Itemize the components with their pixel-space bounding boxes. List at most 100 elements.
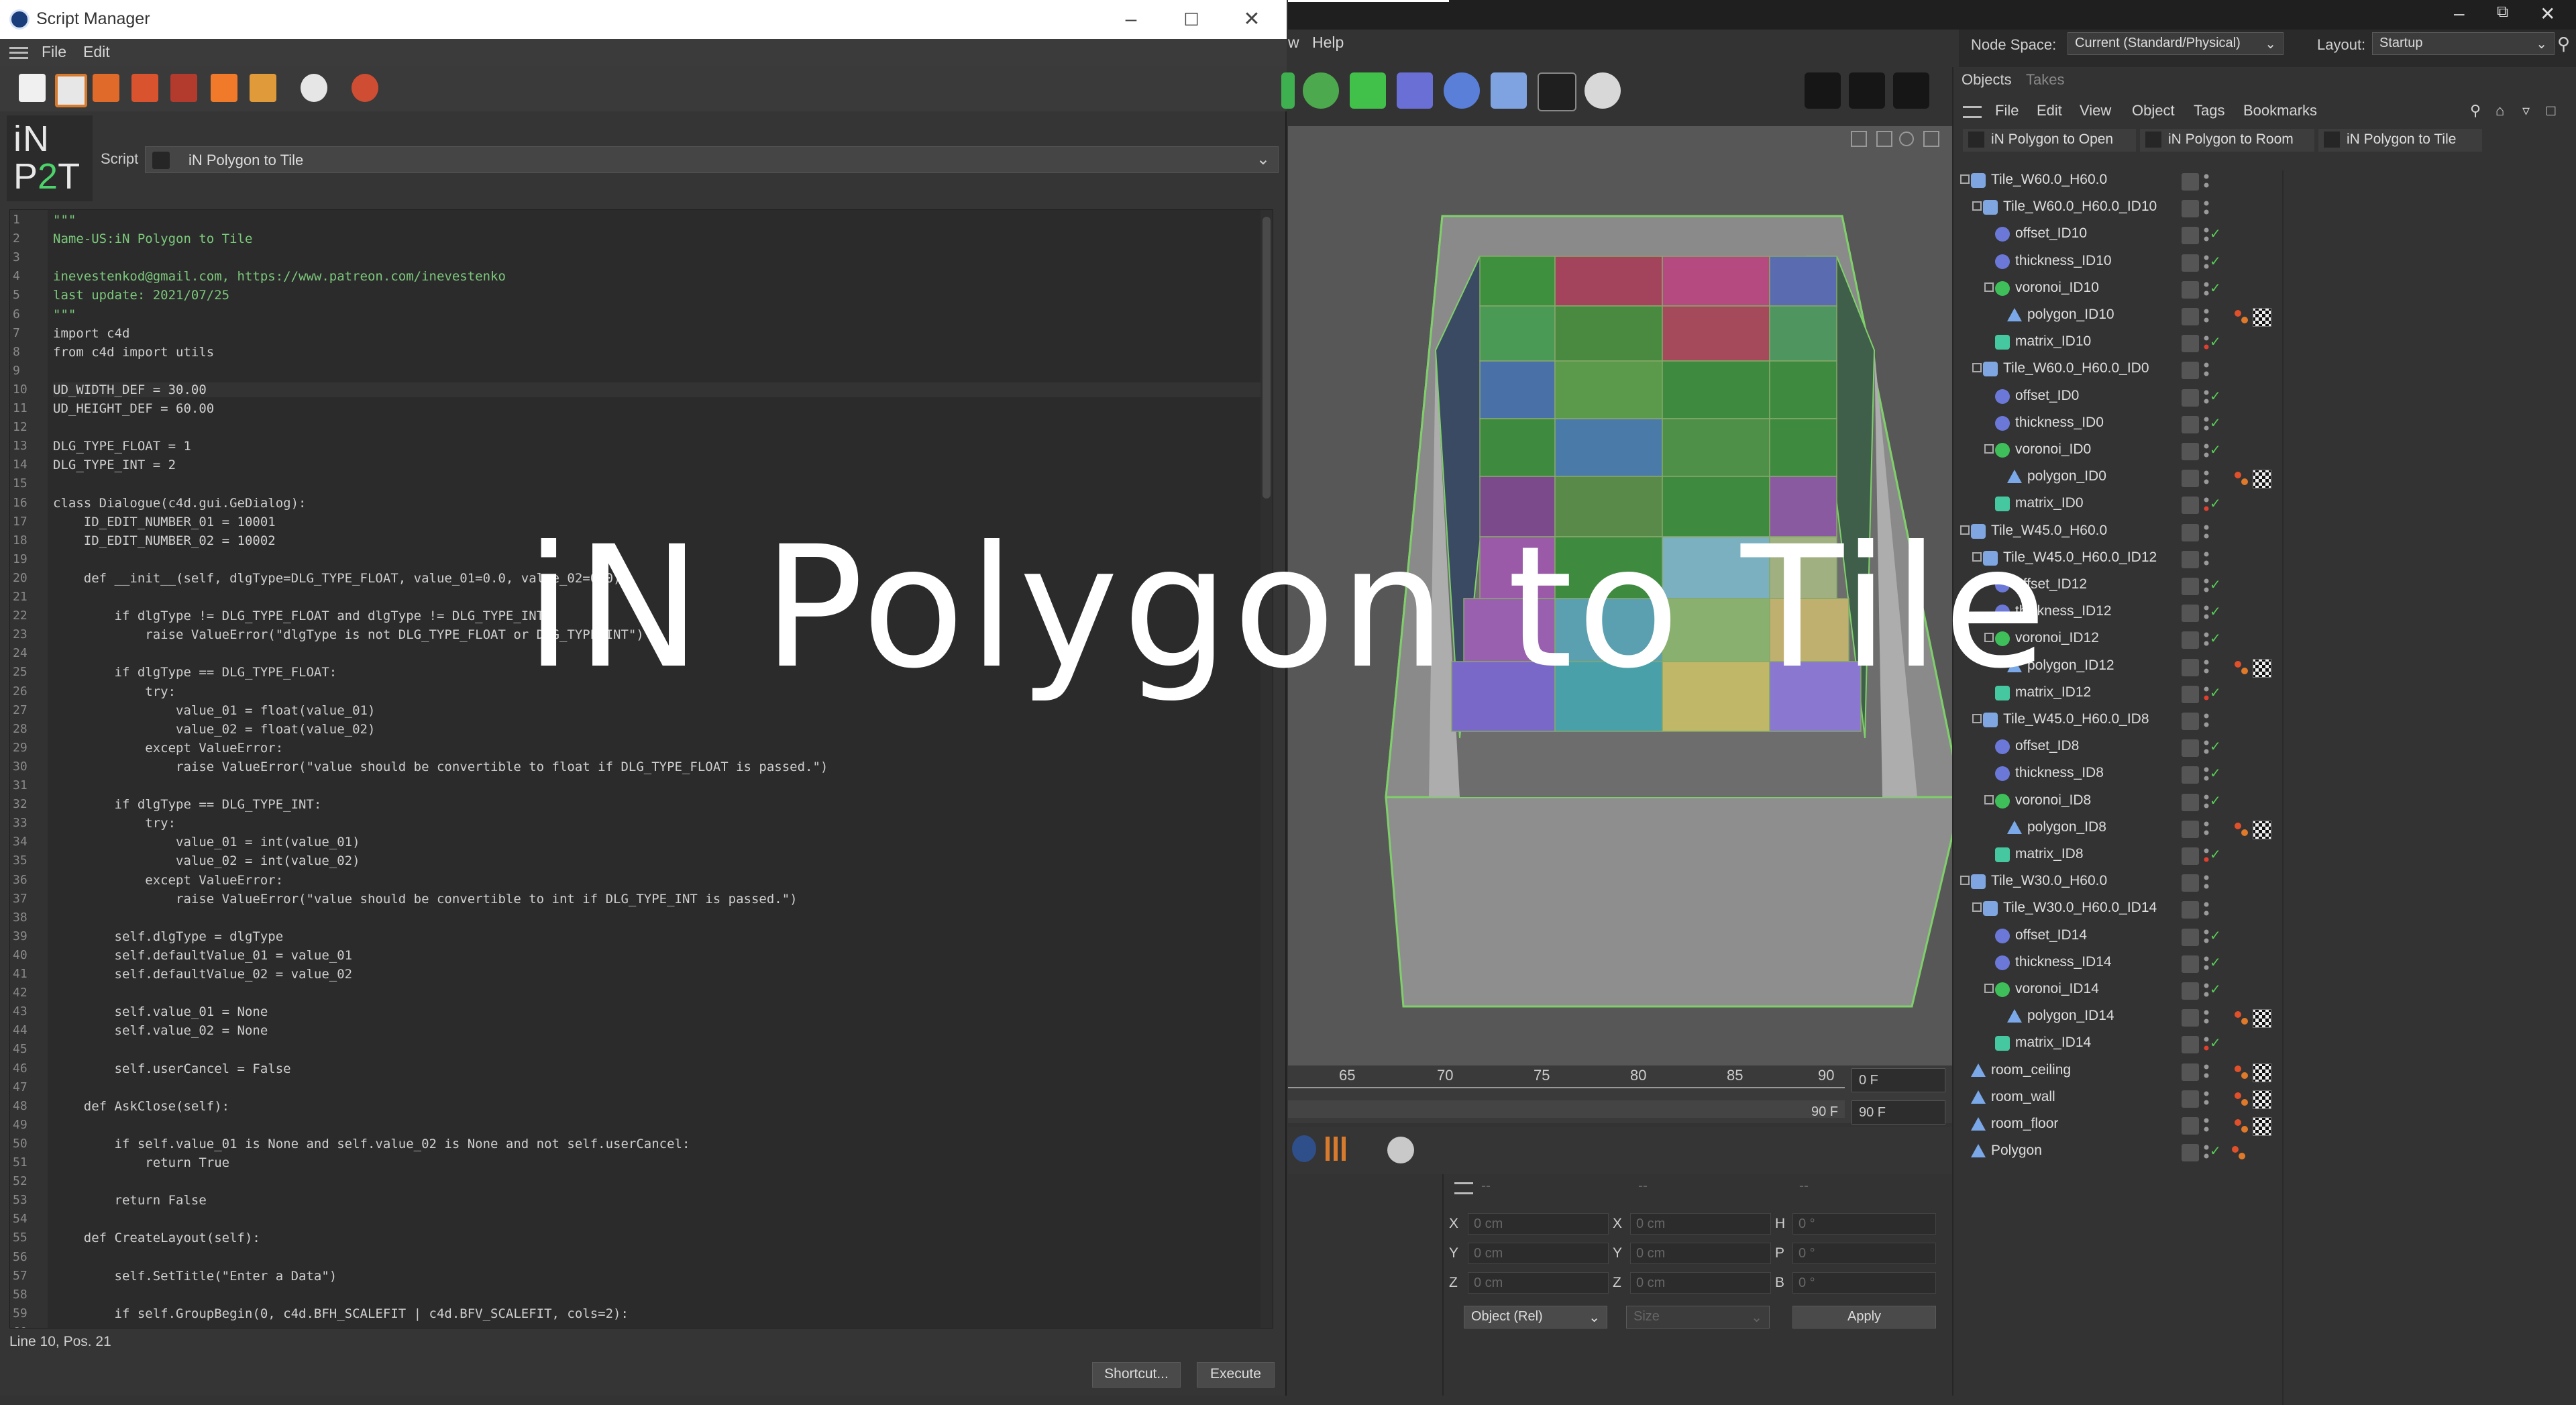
code-line[interactable]: self.SetTitle("Enter a Data") xyxy=(53,1269,337,1284)
material-tag-icon[interactable] xyxy=(2253,1117,2271,1136)
object-name[interactable]: Tile_W45.0_H60.0_ID12 xyxy=(2003,550,2157,566)
save-as-icon[interactable] xyxy=(131,74,158,102)
expand-toggle-icon[interactable] xyxy=(1972,714,1982,723)
enabled-check-icon[interactable]: ✓ xyxy=(2210,225,2221,242)
visibility-dots-icon[interactable] xyxy=(2203,981,2210,1000)
code-line[interactable]: def __init__(self, dlgType=DLG_TYPE_FLOA… xyxy=(53,571,629,586)
expand-toggle-icon[interactable] xyxy=(1984,282,1994,292)
object-name[interactable]: room_ceiling xyxy=(1991,1062,2071,1078)
maximize-icon[interactable]: ☐ xyxy=(1165,3,1218,36)
visibility-dots-icon[interactable] xyxy=(2203,658,2210,676)
rot-p-field[interactable]: 0 ° xyxy=(1792,1243,1936,1264)
code-line[interactable]: self.dlgType = dlgType xyxy=(53,929,284,944)
object-name[interactable]: offset_ID8 xyxy=(2015,738,2079,754)
tree-row[interactable]: polygon_ID8 xyxy=(1953,815,2571,841)
om-hamburger-icon[interactable] xyxy=(1963,106,1982,118)
code-line[interactable]: self.defaultValue_01 = value_01 xyxy=(53,948,353,963)
layer-pencil-icon[interactable] xyxy=(2182,308,2199,325)
code-line[interactable]: UD_HEIGHT_DEF = 60.00 xyxy=(53,401,214,416)
visibility-dots-icon[interactable] xyxy=(2203,576,2210,595)
code-line[interactable]: self.value_01 = None xyxy=(53,1004,268,1019)
layer-pencil-icon[interactable] xyxy=(2182,254,2199,272)
deformer-icon[interactable] xyxy=(1397,72,1433,109)
tree-row[interactable]: matrix_ID12 ✓ xyxy=(1953,680,2571,706)
visibility-dots-icon[interactable] xyxy=(2203,1062,2210,1081)
visibility-dots-icon[interactable] xyxy=(2203,900,2210,919)
object-name[interactable]: voronoi_ID12 xyxy=(2015,630,2099,646)
visibility-dots-icon[interactable] xyxy=(2203,415,2210,433)
visibility-dots-icon[interactable] xyxy=(2203,1116,2210,1135)
visibility-dots-icon[interactable] xyxy=(2203,711,2210,730)
layer-pencil-icon[interactable] xyxy=(2182,605,2199,623)
layer-pencil-icon[interactable] xyxy=(2182,1144,2199,1162)
object-name[interactable]: Tile_W60.0_H60.0_ID0 xyxy=(2003,360,2149,376)
layer-pencil-icon[interactable] xyxy=(2182,227,2199,245)
om-menu-edit[interactable]: Edit xyxy=(2037,102,2062,119)
layer-pencil-icon[interactable] xyxy=(2182,847,2199,865)
bookmark-polygon-to-tile[interactable]: iN Polygon to Tile xyxy=(2318,129,2482,152)
code-line[interactable]: if self.value_01 is None and self.value_… xyxy=(53,1137,690,1151)
enabled-check-icon[interactable]: ✓ xyxy=(2210,253,2221,270)
bookmark-polygon-to-room[interactable]: iN Polygon to Room xyxy=(2140,129,2314,152)
viewport-scene[interactable] xyxy=(1288,126,1959,1065)
rot-b-field[interactable]: 0 ° xyxy=(1792,1272,1936,1294)
object-name[interactable]: Tile_W45.0_H60.0_ID8 xyxy=(2003,711,2149,727)
reload-icon[interactable] xyxy=(170,74,197,102)
tree-row[interactable]: voronoi_ID14 ✓ xyxy=(1953,977,2571,1002)
enabled-check-icon[interactable]: ✓ xyxy=(2210,415,2221,431)
code-line[interactable]: value_02 = int(value_02) xyxy=(53,853,360,868)
end-frame-field[interactable]: 90 F xyxy=(1851,1100,1945,1125)
code-line[interactable]: raise ValueError("value should be conver… xyxy=(53,760,828,774)
apply-button[interactable]: Apply xyxy=(1792,1306,1936,1329)
mograph-cloner-icon[interactable] xyxy=(1303,72,1339,109)
object-name[interactable]: offset_ID0 xyxy=(2015,388,2079,404)
code-line[interactable]: """ xyxy=(53,307,76,322)
layer-pencil-icon[interactable] xyxy=(2182,550,2199,568)
enabled-check-icon[interactable]: ✓ xyxy=(2210,1035,2221,1051)
tree-row[interactable]: matrix_ID0 ✓ xyxy=(1953,491,2571,517)
tree-row[interactable]: Tile_W45.0_H60.0_ID8 xyxy=(1953,707,2571,733)
c4d-restore-icon[interactable]: ⧉ xyxy=(2497,3,2508,21)
tree-row[interactable]: room_floor xyxy=(1953,1112,2571,1137)
code-line[interactable]: except ValueError: xyxy=(53,873,283,888)
tree-row[interactable]: Tile_W30.0_H60.0 xyxy=(1953,869,2571,894)
object-name[interactable]: thickness_ID0 xyxy=(2015,415,2104,431)
phong-tag-icon[interactable] xyxy=(2233,308,2250,325)
enabled-check-icon[interactable]: ✓ xyxy=(2210,765,2221,782)
tree-row[interactable]: voronoi_ID8 ✓ xyxy=(1953,788,2571,814)
code-line[interactable]: if dlgType == DLG_TYPE_FLOAT: xyxy=(53,665,337,680)
pos-y-field[interactable]: 0 cm xyxy=(1468,1243,1609,1264)
layer-pencil-icon[interactable] xyxy=(2182,793,2199,811)
code-line[interactable]: except ValueError: xyxy=(53,741,283,756)
code-line[interactable]: DLG_TYPE_INT = 2 xyxy=(53,458,176,472)
scroll-thumb[interactable] xyxy=(1263,217,1271,499)
object-name[interactable]: Tile_W30.0_H60.0 xyxy=(1991,873,2107,889)
material-tag-icon[interactable] xyxy=(2253,658,2271,678)
object-name[interactable]: thickness_ID10 xyxy=(2015,253,2112,269)
object-name[interactable]: voronoi_ID10 xyxy=(2015,280,2099,296)
expand-toggle-icon[interactable] xyxy=(1960,525,1970,535)
om-menu-tags[interactable]: Tags xyxy=(2194,102,2224,119)
visibility-dots-icon[interactable] xyxy=(2203,333,2210,352)
object-name[interactable]: polygon_ID10 xyxy=(2027,307,2114,323)
phong-tag-icon[interactable] xyxy=(2233,1063,2250,1081)
object-name[interactable]: Tile_W60.0_H60.0_ID10 xyxy=(2003,199,2157,215)
phong-tag-icon[interactable] xyxy=(2233,470,2250,487)
code-line[interactable]: try: xyxy=(53,684,176,699)
tree-row[interactable]: Tile_W60.0_H60.0 xyxy=(1953,168,2571,193)
code-line[interactable]: class Dialogue(c4d.gui.GeDialog): xyxy=(53,496,307,511)
enabled-check-icon[interactable]: ✓ xyxy=(2210,630,2221,647)
open-script-icon[interactable] xyxy=(55,74,87,107)
code-line[interactable]: ID_EDIT_NUMBER_02 = 10002 xyxy=(53,533,276,548)
expand-toggle-icon[interactable] xyxy=(1984,633,1994,643)
partial-tool-icon[interactable] xyxy=(1281,72,1295,109)
tab-takes[interactable]: Takes xyxy=(2026,71,2064,89)
object-name[interactable]: polygon_ID8 xyxy=(2027,819,2106,835)
layer-pencil-icon[interactable] xyxy=(2182,955,2199,973)
object-name[interactable]: voronoi_ID0 xyxy=(2015,441,2091,458)
visibility-dots-icon[interactable] xyxy=(2203,441,2210,460)
visibility-dots-icon[interactable] xyxy=(2203,819,2210,838)
object-name[interactable]: Tile_W30.0_H60.0_ID14 xyxy=(2003,900,2157,916)
c4d-minimize-icon[interactable]: – xyxy=(2454,3,2465,24)
keyframe-p-icon[interactable] xyxy=(1292,1135,1316,1162)
